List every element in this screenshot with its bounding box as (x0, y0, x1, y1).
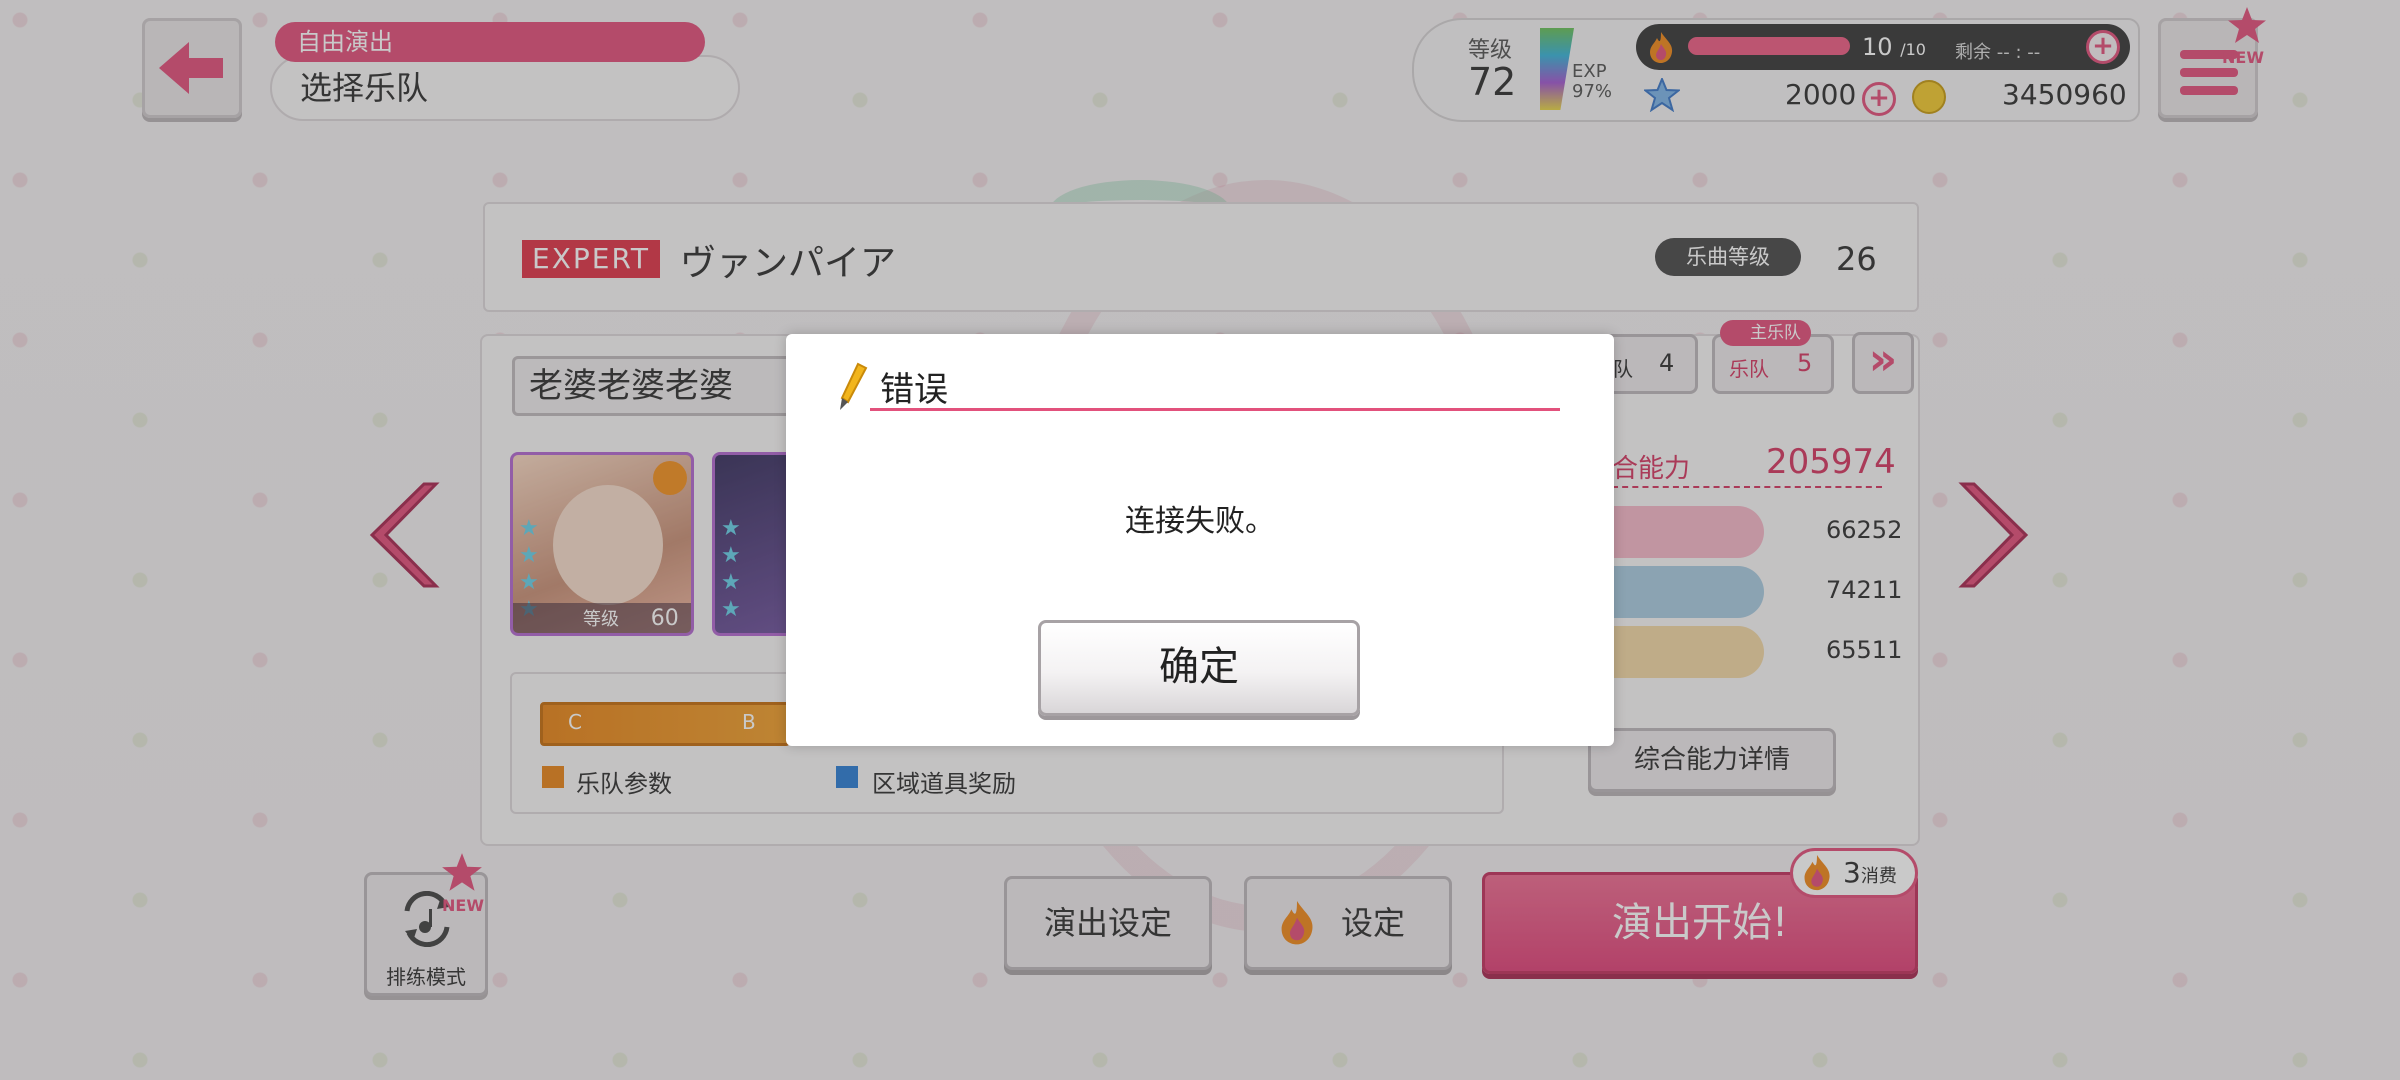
pen-icon (840, 362, 868, 410)
ok-button[interactable]: 确定 (1038, 620, 1360, 716)
dialog-message: 连接失败。 (1125, 504, 1275, 539)
dialog-title-underline (870, 408, 1560, 411)
dialog-title: 错误 (880, 370, 948, 410)
